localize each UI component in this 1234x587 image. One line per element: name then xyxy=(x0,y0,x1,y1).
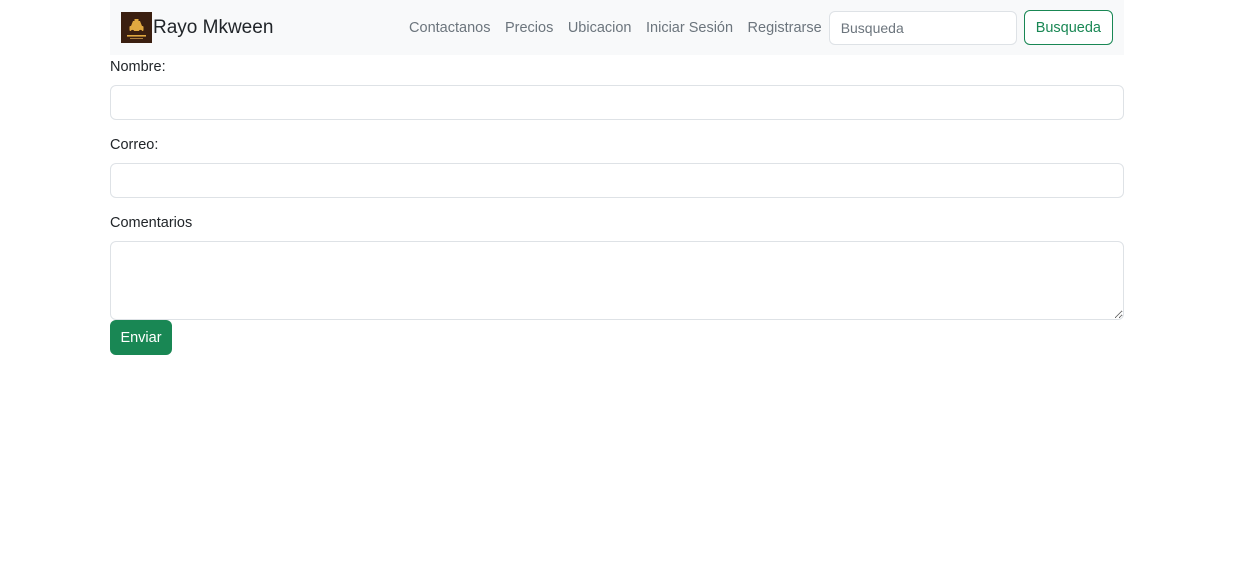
email-field[interactable] xyxy=(110,163,1124,198)
email-label: Correo: xyxy=(110,137,159,153)
taxi-logo-icon xyxy=(121,12,152,43)
search-input[interactable] xyxy=(828,10,1017,45)
nav-link-ubicacion[interactable]: Ubicacion xyxy=(568,20,632,36)
nav-link-precios[interactable]: Precios xyxy=(505,20,553,36)
nav-link-registrarse[interactable]: Registrarse xyxy=(748,20,822,36)
nav-links: Contactanos Precios Ubicacion Iniciar Se… xyxy=(409,20,822,36)
brand-link[interactable]: Rayo Mkween xyxy=(121,12,273,43)
search-form: Busqueda xyxy=(828,10,1113,45)
name-label: Nombre: xyxy=(110,59,166,75)
brand-name: Rayo Mkween xyxy=(153,16,274,38)
comments-textarea[interactable] xyxy=(110,241,1124,320)
nav-link-contactanos[interactable]: Contactanos xyxy=(409,20,490,36)
page-container: Rayo Mkween Contactanos Precios Ubicacio… xyxy=(110,0,1124,355)
comments-label: Comentarios xyxy=(110,215,193,231)
nav-link-iniciar-sesion[interactable]: Iniciar Sesión xyxy=(646,20,733,36)
search-button[interactable]: Busqueda xyxy=(1023,10,1113,45)
name-field[interactable] xyxy=(110,85,1124,120)
submit-button[interactable]: Enviar xyxy=(110,320,172,355)
navbar: Rayo Mkween Contactanos Precios Ubicacio… xyxy=(110,0,1124,55)
